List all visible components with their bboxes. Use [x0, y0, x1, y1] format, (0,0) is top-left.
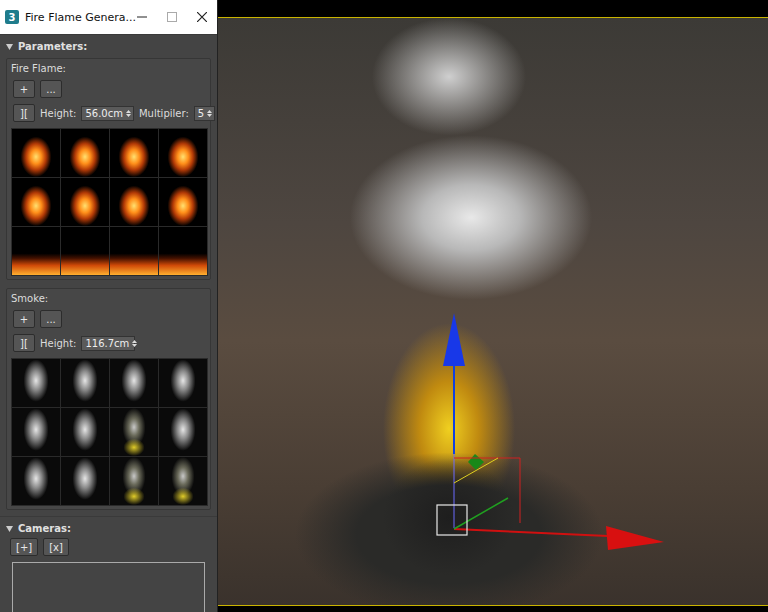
- maximize-button[interactable]: [157, 0, 187, 34]
- app-logo-icon: 3: [5, 10, 19, 24]
- spinner-up-icon[interactable]: [132, 340, 137, 343]
- camera-buttons: [+] [x]: [0, 538, 217, 556]
- preset-thumbnail[interactable]: [159, 129, 207, 177]
- preset-thumbnail[interactable]: [12, 457, 60, 505]
- minimize-button[interactable]: [127, 0, 157, 34]
- spinner-arrows[interactable]: [207, 110, 212, 117]
- rollout-title: Cameras:: [18, 523, 71, 534]
- spinner-up-icon[interactable]: [207, 110, 212, 113]
- fire-flame-buttons: +...: [11, 80, 206, 98]
- preset-thumbnail[interactable]: [61, 457, 109, 505]
- multiplier-spinner[interactable]: 5: [194, 106, 215, 121]
- rollout-toggle-icon[interactable]: [6, 44, 13, 50]
- preset-thumbnail[interactable]: [110, 359, 158, 407]
- spinner-value: 116.7cm: [85, 338, 129, 349]
- preset-thumbnail[interactable]: [12, 178, 60, 226]
- move-gizmo-icon[interactable]: [218, 18, 767, 599]
- preset-thumbnail[interactable]: [12, 359, 60, 407]
- smoke-buttons: +...: [11, 310, 206, 328]
- minimize-icon: [137, 12, 147, 22]
- add-button[interactable]: +: [13, 80, 35, 98]
- preset-thumbnail[interactable]: [12, 227, 60, 275]
- preset-thumbnail[interactable]: [61, 178, 109, 226]
- preset-thumbnail[interactable]: [61, 359, 109, 407]
- height-spinner[interactable]: 56.0cm: [81, 106, 134, 121]
- spinner-arrows[interactable]: [126, 110, 131, 117]
- fire-flame-settings: ][ Height: 56.0cm Multipiler: 5: [11, 104, 206, 122]
- link-button[interactable]: ][: [13, 104, 35, 122]
- fire-flame-label: Fire Flame:: [11, 63, 206, 74]
- smoke-settings: ][ Height: 116.7cm: [11, 334, 206, 352]
- close-icon: [197, 12, 207, 22]
- screen: 3 Fire Flame Genera... Parameters: Fire Fla…: [0, 0, 768, 612]
- preset-thumbnail[interactable]: [110, 178, 158, 226]
- preset-thumbnail[interactable]: [110, 129, 158, 177]
- browse-button[interactable]: ...: [40, 80, 62, 98]
- preset-thumbnail[interactable]: [159, 359, 207, 407]
- remove-camera-button[interactable]: [x]: [43, 538, 69, 556]
- spinner-value: 5: [198, 108, 204, 119]
- height-spinner[interactable]: 116.7cm: [81, 336, 135, 351]
- spinner-up-icon[interactable]: [126, 110, 131, 113]
- browse-button[interactable]: ...: [40, 310, 62, 328]
- preset-thumbnail[interactable]: [159, 227, 207, 275]
- window-title: Fire Flame Genera...: [25, 11, 127, 24]
- parameters-rollout-header[interactable]: Parameters:: [0, 34, 217, 56]
- viewport: [218, 0, 768, 612]
- fire-flame-thumbnail-grid: [11, 128, 208, 276]
- rollout-title: Parameters:: [18, 41, 87, 52]
- title-bar: 3 Fire Flame Genera...: [0, 0, 217, 34]
- add-button[interactable]: +: [13, 310, 35, 328]
- close-button[interactable]: [187, 0, 217, 34]
- add-camera-button[interactable]: [+]: [10, 538, 38, 556]
- spinner-down-icon[interactable]: [126, 114, 131, 117]
- preset-thumbnail[interactable]: [159, 408, 207, 456]
- fire-flame-group: Fire Flame: +... ][ Height: 56.0cm Multipiler…: [6, 58, 211, 280]
- height-label: Height:: [40, 108, 76, 119]
- viewport-header: [218, 0, 768, 18]
- link-button[interactable]: ][: [13, 334, 35, 352]
- scene-render[interactable]: [218, 18, 768, 606]
- maximize-icon: [167, 12, 177, 22]
- cameras-rollout-header[interactable]: Cameras:: [0, 516, 217, 538]
- generator-panel: 3 Fire Flame Genera... Parameters: Fire Fla…: [0, 0, 218, 612]
- preset-thumbnail[interactable]: [159, 178, 207, 226]
- spinner-down-icon[interactable]: [207, 114, 212, 117]
- preset-thumbnail[interactable]: [110, 227, 158, 275]
- spinner-value: 56.0cm: [85, 108, 123, 119]
- rollout-toggle-icon[interactable]: [6, 526, 13, 532]
- preset-thumbnail[interactable]: [110, 408, 158, 456]
- smoke-group: Smoke: +... ][ Height: 116.7cm: [6, 288, 211, 510]
- preset-thumbnail[interactable]: [12, 129, 60, 177]
- preset-thumbnail[interactable]: [110, 457, 158, 505]
- preset-thumbnail[interactable]: [159, 457, 207, 505]
- preset-thumbnail[interactable]: [61, 227, 109, 275]
- spinner-down-icon[interactable]: [132, 344, 137, 347]
- spinner-arrows[interactable]: [132, 340, 137, 347]
- smoke-label: Smoke:: [11, 293, 206, 304]
- multiplier-label: Multipiler:: [139, 108, 189, 119]
- preset-thumbnail[interactable]: [61, 129, 109, 177]
- height-label: Height:: [40, 338, 76, 349]
- camera-list[interactable]: [12, 562, 205, 612]
- preset-thumbnail[interactable]: [61, 408, 109, 456]
- smoke-thumbnail-grid: [11, 358, 208, 506]
- preset-thumbnail[interactable]: [12, 408, 60, 456]
